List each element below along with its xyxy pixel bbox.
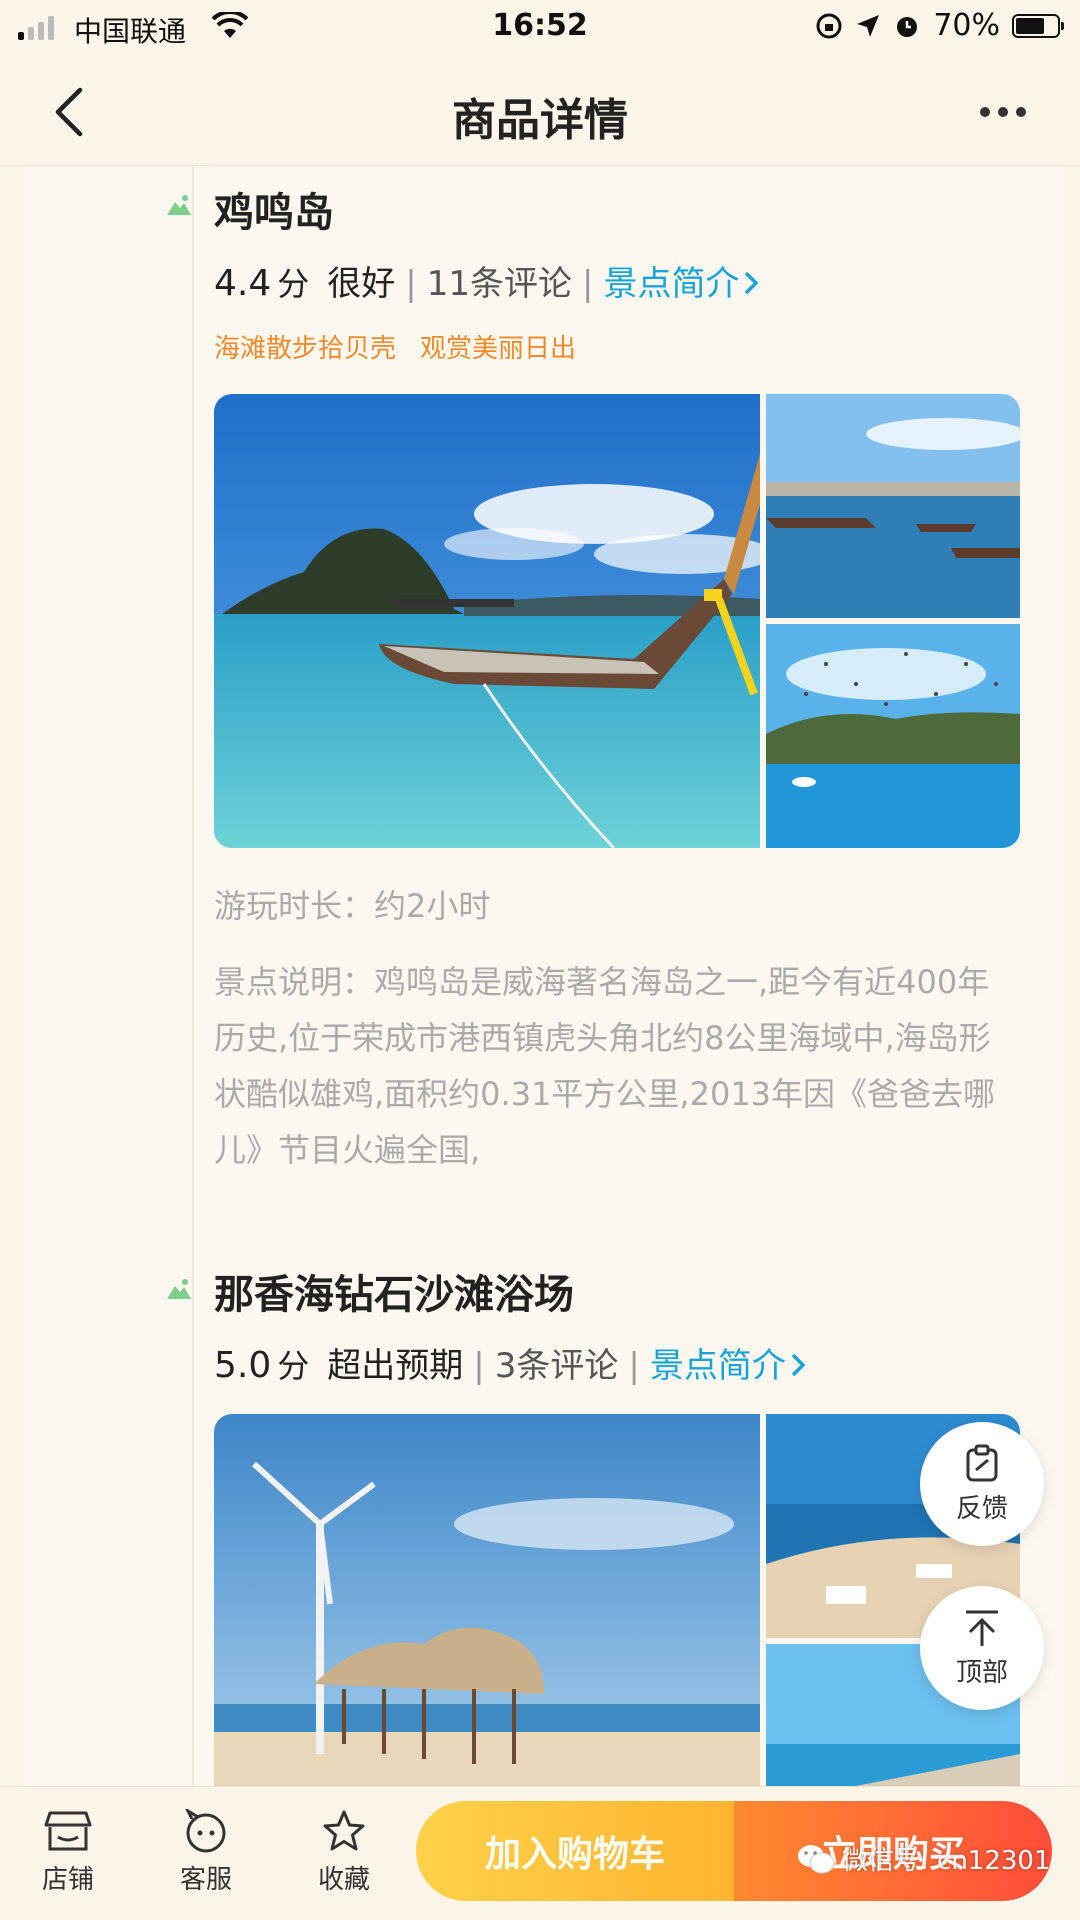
chevron-right-icon bbox=[791, 1353, 806, 1377]
page-title: 商品详情 bbox=[452, 95, 628, 146]
photo-gallery[interactable] bbox=[214, 394, 1020, 848]
alarm-icon bbox=[897, 16, 918, 37]
back-to-top-label: 顶部 bbox=[955, 1657, 1008, 1688]
spot-intro-link[interactable]: 景点简介 bbox=[603, 256, 761, 305]
rating-row: 4.4 分 很好 | 11条评论 | 景点简介 bbox=[209, 256, 761, 307]
watermark-text: 微信号: cn12301 bbox=[842, 1846, 1051, 1876]
content: 鸡鸣岛 4.4 分 很好 | 11条评论 | 景点简介 海滩散步拾贝壳 观赏美丽日… bbox=[0, 166, 1080, 1786]
battery-icon bbox=[1012, 13, 1064, 38]
review-count-link[interactable]: 11条评论 bbox=[427, 256, 572, 305]
rotation-lock-icon bbox=[816, 13, 842, 38]
favorite-label: 收藏 bbox=[317, 1865, 370, 1895]
score-value: 5.0 bbox=[214, 1345, 272, 1386]
feedback-label: 反馈 bbox=[955, 1493, 1008, 1524]
location-icon bbox=[857, 14, 880, 37]
service-tab[interactable]: 客服 bbox=[156, 1809, 256, 1896]
star-icon bbox=[323, 1810, 365, 1851]
rating-word: 很好 bbox=[327, 264, 396, 304]
description-text: 景点说明：鸡鸣岛是威海著名海岛之一,距今有近400年历史,位于荣成市港西镇虎头角… bbox=[214, 963, 996, 1169]
store-tab[interactable]: 店铺 bbox=[18, 1809, 118, 1896]
separator: | bbox=[405, 264, 417, 304]
rating-word: 超出预期 bbox=[327, 1346, 464, 1386]
photo-thumb[interactable] bbox=[766, 394, 1020, 618]
spot-title: 鸡鸣岛 bbox=[214, 190, 334, 236]
battery-percent: 70% bbox=[933, 8, 1000, 43]
timeline-line bbox=[192, 166, 194, 1786]
score: 5.0 分 bbox=[209, 1341, 318, 1389]
spot-intro-label: 景点简介 bbox=[649, 1346, 786, 1386]
separator: | bbox=[473, 1346, 485, 1386]
feedback-icon bbox=[966, 1444, 998, 1481]
photo-gallery[interactable] bbox=[214, 1414, 1020, 1786]
separator: | bbox=[628, 1346, 640, 1386]
spot-intro-link[interactable]: 景点简介 bbox=[650, 1338, 808, 1387]
chevron-right-icon bbox=[745, 271, 759, 295]
wechat-icon bbox=[798, 1844, 835, 1873]
separator: | bbox=[582, 264, 594, 304]
status-right: 70% bbox=[815, 8, 1064, 43]
score-unit: 分 bbox=[277, 265, 310, 303]
feedback-button[interactable]: 反馈 bbox=[920, 1422, 1044, 1546]
score-value: 4.4 bbox=[214, 263, 272, 304]
nav-bar: 商品详情 bbox=[0, 56, 1080, 166]
photo-thumb[interactable] bbox=[766, 624, 1020, 848]
favorite-tab[interactable]: 收藏 bbox=[294, 1809, 394, 1896]
main-photo[interactable] bbox=[214, 394, 760, 848]
duration-text: 游玩时长：约2小时 bbox=[214, 887, 491, 925]
score: 4.4 分 bbox=[209, 259, 318, 307]
add-to-cart-button[interactable]: 加入购物车 bbox=[416, 1801, 734, 1901]
arrow-up-icon bbox=[966, 1610, 998, 1646]
spot-icon bbox=[167, 1279, 191, 1299]
more-icon[interactable] bbox=[980, 98, 1040, 126]
back-to-top-button[interactable]: 顶部 bbox=[920, 1586, 1044, 1710]
store-icon bbox=[44, 1811, 92, 1851]
tag: 海滩散步拾贝壳 bbox=[214, 334, 397, 364]
spot-intro-label: 景点简介 bbox=[603, 264, 740, 304]
main-photo[interactable] bbox=[214, 1414, 760, 1786]
tag-list: 海滩散步拾贝壳 观赏美丽日出 bbox=[214, 328, 576, 365]
service-icon bbox=[185, 1809, 226, 1853]
spot-title: 那香海钻石沙滩浴场 bbox=[214, 1272, 574, 1318]
spot-icon bbox=[167, 195, 191, 215]
review-count-link[interactable]: 3条评论 bbox=[495, 1338, 619, 1387]
score-unit: 分 bbox=[277, 1347, 310, 1385]
tag: 观赏美丽日出 bbox=[420, 334, 577, 364]
rating-row: 5.0 分 超出预期 | 3条评论 | 景点简介 bbox=[209, 1338, 808, 1389]
watermark: 微信号: cn12301 bbox=[796, 1840, 1051, 1877]
service-label: 客服 bbox=[179, 1865, 232, 1895]
status-bar: 中国联通 16:52 70% bbox=[0, 0, 1080, 56]
spot-list: 鸡鸣岛 4.4 分 很好 | 11条评论 | 景点简介 海滩散步拾贝壳 观赏美丽日… bbox=[24, 166, 1064, 1786]
store-label: 店铺 bbox=[41, 1865, 94, 1895]
